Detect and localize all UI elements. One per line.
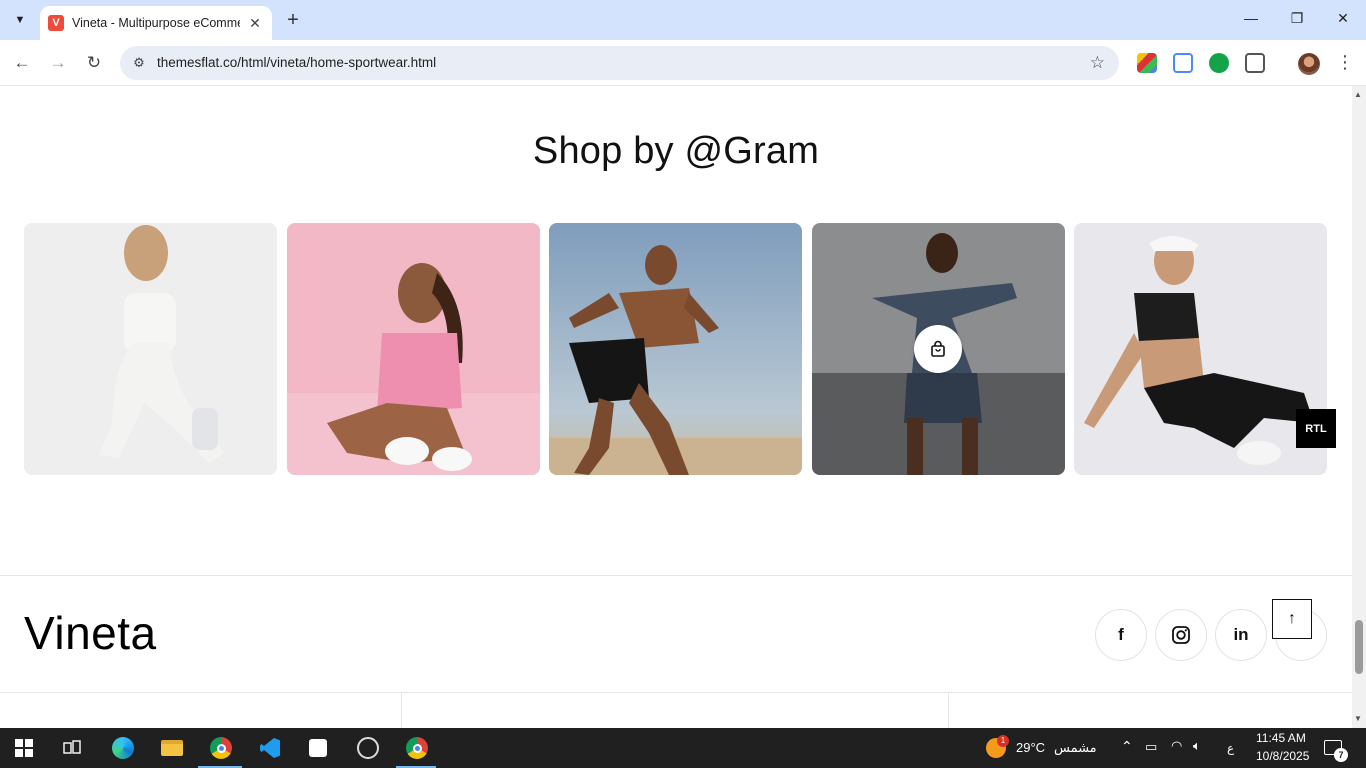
notification-count-badge: 7: [1334, 748, 1348, 762]
new-tab-icon[interactable]: +: [282, 9, 304, 31]
scroll-up-icon[interactable]: ▲: [1354, 90, 1362, 99]
arrow-up-icon: ↑: [1288, 610, 1296, 627]
tab-title: Vineta - Multipurpose eCommerce: [72, 16, 240, 30]
web-page: Shop by @Gram RTL Vineta f in ↑: [0, 86, 1352, 728]
task-view-icon[interactable]: [58, 734, 86, 762]
profile-avatar[interactable]: [1298, 53, 1320, 75]
windows-start-icon[interactable]: [10, 734, 38, 762]
wifi-icon[interactable]: ◠: [1171, 738, 1182, 754]
bookmark-star-icon[interactable]: ☆: [1090, 53, 1105, 73]
instagram-button[interactable]: [1155, 609, 1207, 661]
footer-divider: [0, 575, 1352, 576]
browser-menu-icon[interactable]: ⋮: [1336, 52, 1354, 73]
minimize-icon[interactable]: —: [1241, 10, 1261, 26]
obs-icon[interactable]: [354, 734, 382, 762]
gram-image-1[interactable]: [24, 223, 277, 475]
reload-icon[interactable]: ↻: [83, 52, 105, 74]
linkedin-icon: in: [1233, 625, 1249, 644]
edge-icon[interactable]: [109, 734, 137, 762]
app-cube-icon[interactable]: [304, 734, 332, 762]
extension-doc-icon[interactable]: [1173, 53, 1193, 73]
clock-time[interactable]: 11:45 AM: [1256, 731, 1306, 745]
extensions-puzzle-icon[interactable]: [1245, 53, 1265, 73]
active-tab[interactable]: V Vineta - Multipurpose eCommerce ✕: [40, 6, 272, 40]
chrome-icon[interactable]: [207, 734, 235, 762]
weather-label: مشمس: [1054, 740, 1097, 755]
scroll-to-top-button[interactable]: ↑: [1272, 599, 1312, 639]
browser-tab-bar: ▼ V Vineta - Multipurpose eCommerce ✕ + …: [0, 0, 1366, 40]
gram-image-5[interactable]: [1074, 223, 1327, 475]
language-indicator[interactable]: ع: [1227, 741, 1234, 755]
rtl-toggle-button[interactable]: RTL: [1296, 409, 1336, 448]
instagram-icon: [1172, 626, 1190, 644]
scroll-down-icon[interactable]: ▼: [1354, 714, 1362, 723]
tab-close-icon[interactable]: ✕: [246, 15, 264, 32]
footer-column-separator: [948, 692, 949, 728]
linkedin-button[interactable]: in: [1215, 609, 1267, 661]
page-scrollbar[interactable]: ▲ ▼: [1352, 86, 1366, 728]
forward-icon[interactable]: →: [47, 52, 69, 74]
clock-date[interactable]: 10/8/2025: [1256, 749, 1309, 763]
browser-toolbar: ← → ↻ ⚙ themesflat.co/html/vineta/home-s…: [0, 40, 1366, 86]
site-info-icon[interactable]: ⚙: [130, 54, 148, 72]
footer-logo[interactable]: Vineta: [24, 606, 157, 660]
volume-icon[interactable]: 🔈︎: [1193, 738, 1201, 754]
url-text: themesflat.co/html/vineta/home-sportwear…: [157, 55, 437, 70]
shopping-bag-icon: [931, 340, 945, 357]
show-hidden-icons-icon[interactable]: ⌃: [1121, 738, 1133, 755]
gram-image-2[interactable]: [287, 223, 540, 475]
battery-icon[interactable]: ▭: [1145, 739, 1157, 755]
gram-image-3[interactable]: [549, 223, 802, 475]
scroll-thumb[interactable]: [1355, 620, 1363, 674]
chrome-profile-icon[interactable]: [403, 734, 431, 762]
restore-icon[interactable]: ❐: [1287, 10, 1307, 27]
file-explorer-icon[interactable]: [158, 734, 186, 762]
favicon-icon: V: [48, 15, 64, 31]
tab-search-icon[interactable]: ▼: [8, 8, 32, 32]
grammarly-icon[interactable]: [1209, 53, 1229, 73]
close-window-icon[interactable]: ✕: [1333, 10, 1353, 27]
vscode-icon[interactable]: [256, 734, 284, 762]
temperature-text: 29°C: [1016, 740, 1046, 755]
footer-grid-line: [0, 692, 1352, 693]
facebook-button[interactable]: f: [1095, 609, 1147, 661]
shop-bag-button[interactable]: [914, 325, 962, 373]
footer-column-separator: [401, 692, 402, 728]
weather-badge: 1: [997, 735, 1009, 747]
address-bar[interactable]: ⚙ themesflat.co/html/vineta/home-sportwe…: [120, 46, 1119, 80]
facebook-icon: f: [1118, 625, 1124, 644]
section-title: Shop by @Gram: [532, 130, 820, 172]
windows-taskbar: 1 29°C مشمس ⌃ ▭ ◠ 🔈︎ ع 11:45 AM 10/8/202…: [0, 728, 1366, 768]
back-icon[interactable]: ←: [11, 52, 33, 74]
extension-colorful-icon[interactable]: [1137, 53, 1157, 73]
